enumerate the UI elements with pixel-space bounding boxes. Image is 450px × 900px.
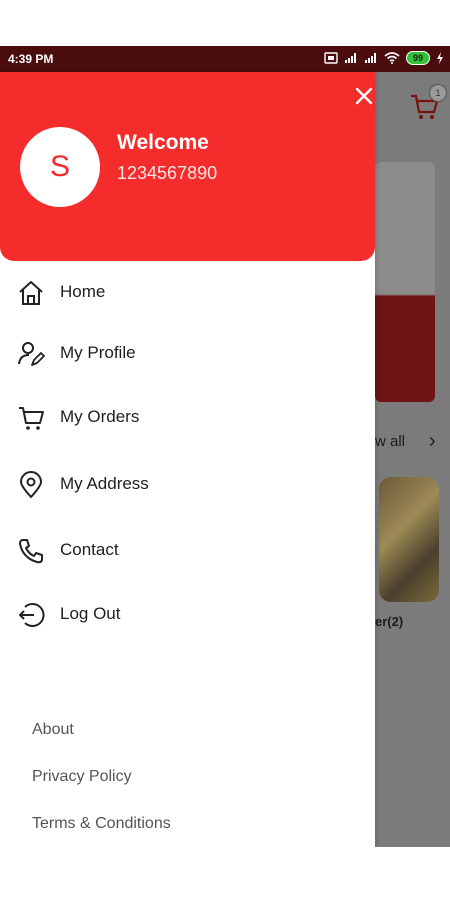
menu-item-home[interactable]: Home (0, 267, 375, 317)
menu-label: My Orders (60, 407, 140, 426)
profile-edit-icon (18, 342, 45, 366)
charging-icon (437, 52, 443, 64)
menu-label: Log Out (60, 604, 121, 623)
welcome-title: Welcome (117, 131, 209, 154)
status-time: 4:39 PM (8, 52, 54, 66)
wifi-icon (384, 52, 400, 64)
background-app-overlay[interactable]: 1 w all › er(2) (375, 72, 450, 847)
privacy-policy-link[interactable]: Privacy Policy (32, 768, 132, 786)
phone-icon (19, 539, 43, 564)
view-all-link: w all (375, 433, 406, 450)
bottom-margin (0, 847, 450, 900)
status-bar: 4:39 PM 99 (0, 46, 450, 72)
chevron-right-icon: › (429, 430, 436, 452)
user-phone: 1234567890 (117, 163, 218, 183)
promo-banner (375, 162, 435, 402)
top-margin (0, 0, 450, 46)
drawer-header: S Welcome 1234567890 (0, 72, 375, 261)
terms-conditions-link[interactable]: Terms & Conditions (32, 815, 171, 833)
menu-item-log-out[interactable]: Log Out (0, 589, 375, 639)
food-card-label: er(2) (375, 614, 404, 629)
logout-icon (19, 603, 45, 627)
battery-icon: 99 (405, 51, 430, 65)
home-icon (19, 281, 43, 305)
menu-label: Home (60, 282, 106, 301)
menu-label: My Profile (60, 343, 136, 362)
menu-item-my-orders[interactable]: My Orders (0, 392, 375, 442)
location-pin-icon (20, 471, 42, 498)
signal-icon (364, 53, 376, 63)
sim-icon (324, 52, 338, 64)
food-card-image (379, 477, 439, 602)
menu-label: Contact (60, 540, 119, 559)
status-icons: 99 (324, 51, 444, 65)
menu-item-my-profile[interactable]: My Profile (0, 328, 375, 378)
menu-label: My Address (60, 474, 149, 493)
cart-icon (19, 407, 44, 430)
cart-badge: 1 (429, 84, 447, 102)
menu-item-contact[interactable]: Contact (0, 525, 375, 575)
avatar[interactable]: S (20, 127, 100, 207)
navigation-drawer: S Welcome 1234567890 Home My Profile My … (0, 72, 375, 847)
signal-icon (344, 53, 356, 63)
close-icon[interactable] (352, 84, 376, 108)
about-link[interactable]: About (32, 721, 74, 739)
menu-item-my-address[interactable]: My Address (0, 459, 375, 509)
